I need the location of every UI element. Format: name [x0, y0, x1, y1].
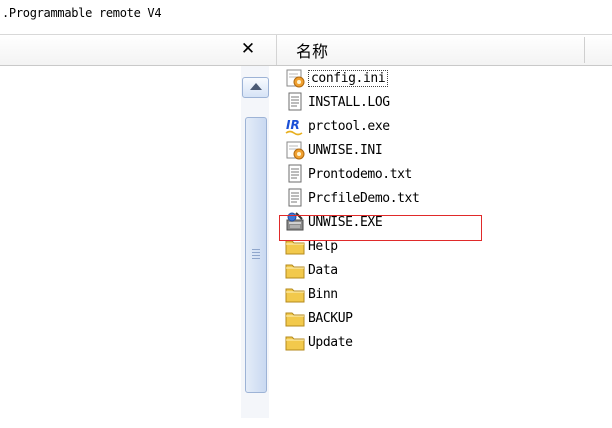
folder-icon [284, 259, 306, 281]
file-name[interactable]: Data [308, 263, 338, 278]
list-item[interactable]: PrcfileDemo.txt [284, 186, 514, 210]
folder-icon [284, 331, 306, 353]
column-divider[interactable] [584, 37, 585, 63]
column-header-name[interactable]: 名称 [296, 38, 328, 62]
file-name[interactable]: config.ini [308, 69, 389, 87]
file-name[interactable]: Prontodemo.txt [308, 167, 412, 182]
grip-icon [252, 249, 260, 259]
list-item[interactable]: Update [284, 330, 514, 354]
text-document-icon [284, 187, 306, 209]
list-item[interactable]: IR prctool.exe [284, 114, 514, 138]
close-icon[interactable]: ✕ [238, 39, 258, 59]
svg-text:IR: IR [286, 118, 300, 132]
column-divider [276, 35, 277, 65]
file-name[interactable]: BACKUP [308, 311, 353, 326]
folder-icon [284, 283, 306, 305]
file-name[interactable]: Binn [308, 287, 338, 302]
config-settings-icon [284, 139, 306, 161]
window-title: .Programmable remote V4 [2, 6, 162, 20]
list-item[interactable]: config.ini [284, 66, 514, 90]
list-item[interactable]: Prontodemo.txt [284, 162, 514, 186]
file-name[interactable]: prctool.exe [308, 119, 390, 134]
scroll-thumb[interactable] [245, 117, 267, 393]
column-header-bar: ✕ 名称 [0, 34, 612, 66]
text-document-icon [284, 163, 306, 185]
file-name[interactable]: UNWISE.INI [308, 143, 383, 158]
list-item[interactable]: Data [284, 258, 514, 282]
config-settings-icon [284, 67, 306, 89]
list-item[interactable]: Binn [284, 282, 514, 306]
highlight-annotation [279, 215, 482, 241]
file-name[interactable]: Update [308, 335, 353, 350]
list-item[interactable]: UNWISE.INI [284, 138, 514, 162]
ir-app-icon: IR [284, 115, 306, 137]
text-document-icon [284, 91, 306, 113]
scroll-up-button[interactable] [242, 77, 269, 98]
file-name[interactable]: PrcfileDemo.txt [308, 191, 420, 206]
list-item[interactable]: INSTALL.LOG [284, 90, 514, 114]
file-name[interactable]: INSTALL.LOG [308, 95, 390, 110]
folder-icon [284, 307, 306, 329]
vertical-scrollbar[interactable] [241, 66, 269, 418]
list-item[interactable]: BACKUP [284, 306, 514, 330]
